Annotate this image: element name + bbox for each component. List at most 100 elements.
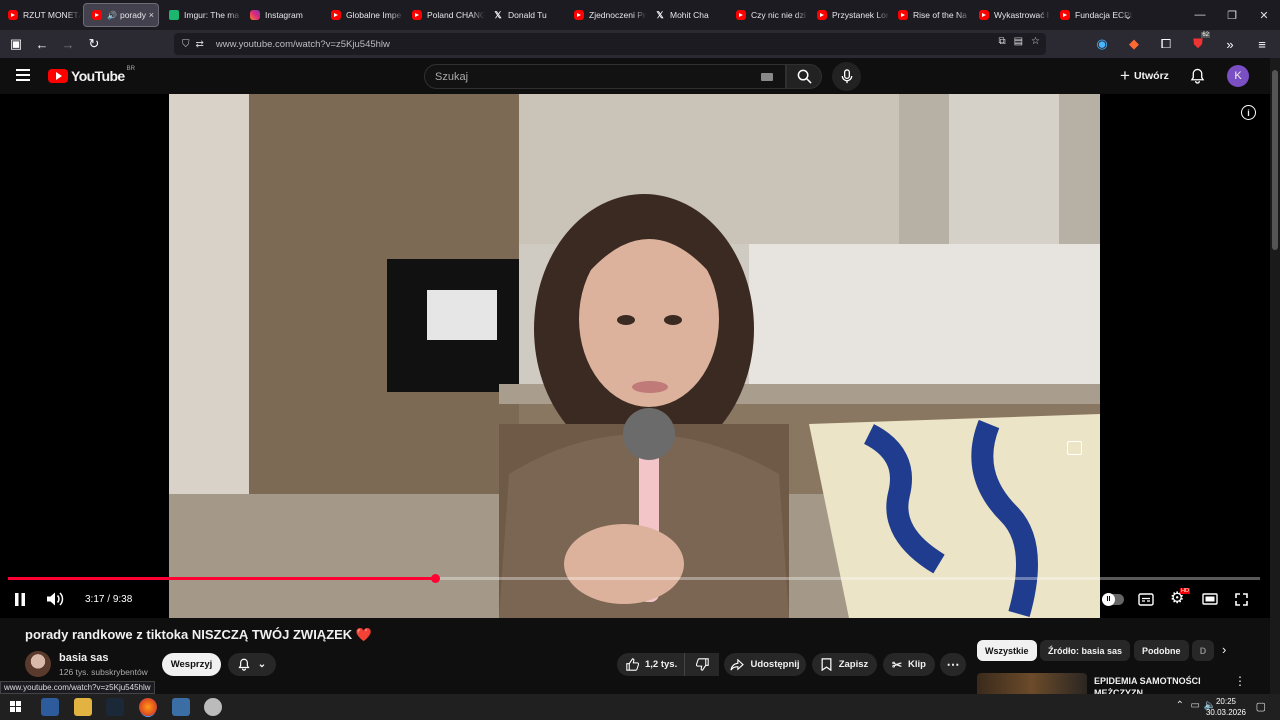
save-label: Zapisz <box>838 659 869 670</box>
browser-tab[interactable]: Poland CHANG <box>404 0 485 30</box>
extensions-puzzle-icon[interactable]: ⧠ <box>1154 32 1178 56</box>
tab-list-chevron-icon[interactable]: ⌄ <box>1112 9 1144 22</box>
browser-tab[interactable]: 𝕏 Donald Tu <box>485 0 566 30</box>
address-bar[interactable]: ⛉ ⇄ www.youtube.com/watch?v=z5Kju545hlw … <box>174 33 1046 55</box>
browser-tab[interactable]: Wykastrować l <box>971 0 1052 30</box>
time-separator: / <box>104 593 113 605</box>
close-window-button[interactable]: ✕ <box>1248 9 1280 22</box>
plus-icon: + <box>1120 66 1130 85</box>
voice-search-button[interactable] <box>832 62 861 91</box>
search-input[interactable]: Szukaj <box>424 64 786 89</box>
filter-chip[interactable]: D <box>1192 640 1214 661</box>
subtitles-button[interactable] <box>1138 588 1154 610</box>
restore-button[interactable]: ❐ <box>1216 9 1248 22</box>
notifications-icon[interactable]: ▢ <box>1256 700 1266 713</box>
steam-icon[interactable] <box>106 698 124 716</box>
share-button[interactable]: Udostępnij <box>724 653 806 676</box>
filter-chip[interactable]: Podobne <box>1134 640 1189 661</box>
extension-shield-icon[interactable]: ◉ <box>1090 32 1114 56</box>
pause-button[interactable] <box>14 588 26 610</box>
channel-name[interactable]: basia sas <box>59 652 109 664</box>
browser-tab-label: porady <box>119 10 146 20</box>
bookmark-star-icon[interactable]: ☆ <box>1031 36 1040 47</box>
chips-next-chevron-icon[interactable]: › <box>1222 642 1226 657</box>
calculator-icon[interactable] <box>172 698 190 716</box>
browser-tab-label: Instagram <box>265 10 303 20</box>
taskbar-app-icon-6[interactable] <box>204 698 222 716</box>
info-icon[interactable]: i <box>1241 105 1256 120</box>
file-explorer-icon[interactable] <box>74 698 92 716</box>
more-tools-icon[interactable]: » <box>1218 32 1242 56</box>
keyboard-icon[interactable] <box>761 73 773 81</box>
browser-tab-bar: RZUT MONETĄ 🔊 porady × Imgur: The ma Instagra… <box>0 0 1280 30</box>
save-button[interactable]: Zapisz <box>812 653 877 676</box>
browser-tab[interactable]: Przystanek Lor <box>809 0 890 30</box>
video-frame[interactable] <box>169 94 1100 618</box>
channel-avatar[interactable] <box>25 651 51 677</box>
clock-time: 20:25 <box>1215 697 1236 706</box>
browser-tab[interactable]: Instagram <box>242 0 323 30</box>
picture-in-picture-overlay-icon[interactable] <box>1067 441 1082 455</box>
recommended-more-icon[interactable]: ⋮ <box>1234 674 1246 688</box>
notification-settings-button[interactable]: ⌄ <box>228 653 276 676</box>
minimize-button[interactable]: — <box>1184 9 1216 21</box>
extension-fox-icon[interactable]: ◆ <box>1122 32 1146 56</box>
youtube-icon <box>92 10 102 20</box>
notifications-bell-icon[interactable] <box>1190 68 1205 89</box>
guide-menu-icon[interactable] <box>16 69 30 81</box>
browser-tab[interactable]: 🔊 porady × <box>83 3 159 27</box>
extension-ublock-icon[interactable]: ⛊ 62 <box>1186 32 1210 56</box>
dislike-button[interactable] <box>684 653 719 676</box>
theater-mode-button[interactable] <box>1202 588 1218 610</box>
page-scrollbar[interactable] <box>1270 58 1280 694</box>
reader-view-icon[interactable]: ▤ <box>1014 36 1023 47</box>
browser-tab[interactable]: Rise of the Na <box>890 0 971 30</box>
more-actions-button[interactable]: ⋯ <box>940 653 966 676</box>
system-clock[interactable]: 20:25 30.03.2026 <box>1206 696 1246 718</box>
browser-tab[interactable]: Czy nic nie dzi <box>728 0 809 30</box>
video-title: porady randkowe z tiktoka NISZCZĄ TWÓJ Z… <box>25 627 372 643</box>
sidebar-toggle-icon[interactable]: ▣ <box>4 32 28 56</box>
firefox-icon[interactable] <box>139 698 157 716</box>
account-avatar[interactable]: K <box>1227 65 1249 87</box>
progress-scrubber-handle[interactable] <box>430 574 440 583</box>
tray-chevron-icon[interactable]: ⌃ <box>1176 700 1184 711</box>
create-button[interactable]: + Utwórz <box>1120 67 1169 84</box>
browser-tab[interactable]: Zjednoczeni Pr <box>566 0 647 30</box>
reload-button[interactable]: ↻ <box>82 32 106 56</box>
filter-chip[interactable]: Wszystkie <box>977 640 1037 661</box>
youtube-icon <box>412 10 422 20</box>
search-button[interactable] <box>786 64 822 89</box>
mute-button[interactable] <box>47 588 64 610</box>
like-count: 1,2 tys. <box>645 659 678 670</box>
network-icon[interactable]: ▭ <box>1191 700 1200 711</box>
support-button[interactable]: Wesprzyj <box>162 653 221 676</box>
browser-tab[interactable]: 𝕏 Mohit Cha <box>647 0 728 30</box>
screen: RZUT MONETĄ 🔊 porady × Imgur: The ma Instagra… <box>0 0 1280 720</box>
autoplay-toggle[interactable]: II <box>1102 588 1124 610</box>
taskbar-app-icon-1[interactable] <box>41 698 59 716</box>
youtube-logo[interactable]: YouTube BR <box>48 66 135 84</box>
windows-start-icon[interactable] <box>10 701 21 712</box>
picture-in-picture-icon[interactable]: ⧉ <box>998 36 1005 47</box>
forward-button[interactable]: → <box>56 32 80 56</box>
window-controls: ⌄ — ❐ ✕ <box>1112 0 1280 30</box>
scrollbar-thumb[interactable] <box>1272 70 1278 250</box>
shield-icon[interactable]: ⛉ <box>182 39 190 50</box>
thumbs-down-icon <box>695 658 709 671</box>
settings-button[interactable]: ⚙ HD <box>1170 588 1190 610</box>
back-button[interactable]: ← <box>30 32 54 56</box>
filter-chip[interactable]: Źródło: basia sas <box>1040 640 1131 661</box>
progress-bar[interactable] <box>8 574 1260 583</box>
permissions-icon[interactable]: ⇄ <box>196 39 204 50</box>
player-controls: 3:17 / 9:38 II ⚙ HD <box>0 588 1270 612</box>
browser-tab[interactable]: Imgur: The ma <box>161 0 242 30</box>
fullscreen-button[interactable] <box>1235 588 1248 610</box>
speaker-icon[interactable]: 🔊 <box>107 11 117 20</box>
close-tab-icon[interactable]: × <box>149 10 154 20</box>
browser-tab[interactable]: RZUT MONETĄ <box>0 0 81 30</box>
menu-icon[interactable]: ≡ <box>1250 32 1274 56</box>
browser-tab[interactable]: Globalne Impe <box>323 0 404 30</box>
clip-button[interactable]: ✂ Klip <box>883 653 935 676</box>
video-player[interactable]: i 3:17 / 9:38 II ⚙ HD <box>0 94 1270 618</box>
